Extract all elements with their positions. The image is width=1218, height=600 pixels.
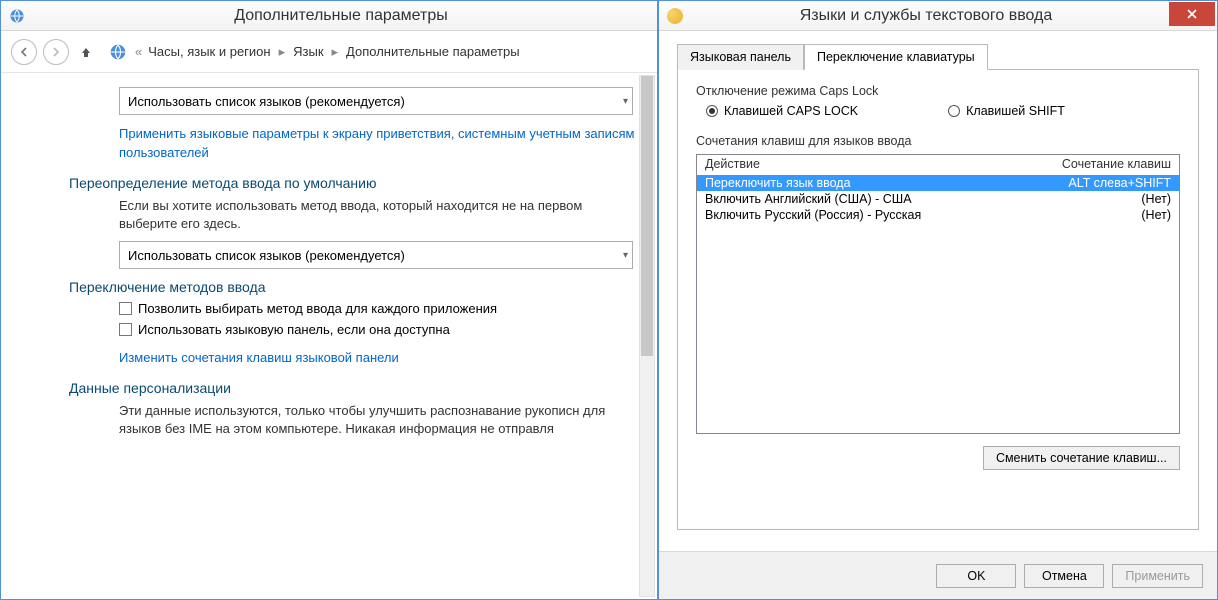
radio-icon [706,105,718,117]
override-description: Если вы хотите использовать метод ввода,… [119,197,627,233]
link-apply-to-welcome[interactable]: Применить языковые параметры к экрану пр… [119,125,637,163]
listbox-header: Действие Сочетание клавиш [697,155,1179,175]
radio-label: Клавишей CAPS LOCK [724,104,858,118]
chevron-right-icon: ▸ [277,44,288,60]
tab-strip: Языковая панель Переключение клавиатуры [677,43,1199,70]
checkbox-label: Позволить выбирать метод ввода для каждо… [138,301,497,316]
checkbox-use-language-bar[interactable]: Использовать языковую панель, если она д… [119,322,657,337]
dlg-footer: OK Отмена Применить [659,551,1217,599]
crumb-clocks[interactable]: Часы, язык и регион [148,44,270,59]
breadcrumb: « Часы, язык и регион ▸ Язык ▸ Дополните… [135,44,520,60]
up-button[interactable] [75,41,97,63]
link-change-hotkeys[interactable]: Изменить сочетания клавиш языковой панел… [119,349,399,368]
dlg-body: Языковая панель Переключение клавиатуры … [659,31,1217,551]
region-language-icon [9,8,25,24]
col-action: Действие [705,157,1031,171]
vertical-scrollbar[interactable] [639,75,655,597]
chevron-right-icon: ▸ [330,44,341,60]
display-language-dropdown[interactable]: Использовать список языков (рекомендуетс… [119,87,633,115]
list-keys: (Нет) [1031,208,1171,222]
section-personalization-title: Данные персонализации [69,380,657,396]
caps-lock-group-title: Отключение режима Caps Lock [696,84,1180,98]
control-panel-window: Дополнительные параметры « Часы, язык и … [0,0,658,600]
radio-icon [948,105,960,117]
apply-button[interactable]: Применить [1112,564,1203,588]
breadcrumb-icon [109,43,127,61]
cp-navbar: « Часы, язык и регион ▸ Язык ▸ Дополните… [1,31,657,73]
chevron-down-icon: ▾ [623,96,628,107]
scrollbar-thumb[interactable] [641,76,653,356]
section-switch-title: Переключение методов ввода [69,279,657,295]
chevron-down-icon: ▾ [623,250,628,261]
dropdown-value: Использовать список языков (рекомендуетс… [128,94,405,109]
text-services-dialog: Языки и службы текстового ввода Языковая… [658,0,1218,600]
list-action: Переключить язык ввода [705,176,1031,190]
back-button[interactable] [11,39,37,65]
breadcrumb-overflow[interactable]: « [135,44,142,59]
crumb-advanced[interactable]: Дополнительные параметры [346,44,520,59]
checkbox-icon [119,323,132,336]
dlg-title: Языки и службы текстового ввода [683,7,1169,25]
list-item[interactable]: Включить Русский (Россия) - Русская (Нет… [697,207,1179,223]
list-action: Включить Английский (США) - США [705,192,1031,206]
radio-label: Клавишей SHIFT [966,104,1065,118]
list-keys: ALT слева+SHIFT [1031,176,1171,190]
default-input-method-dropdown[interactable]: Использовать список языков (рекомендуетс… [119,241,633,269]
dlg-titlebar: Языки и службы текстового ввода [659,1,1217,31]
cancel-button[interactable]: Отмена [1024,564,1104,588]
list-item[interactable]: Включить Английский (США) - США (Нет) [697,191,1179,207]
language-globe-icon [667,8,683,24]
personalization-description: Эти данные используются, только чтобы ул… [119,402,627,438]
cp-titlebar: Дополнительные параметры [1,1,657,31]
list-keys: (Нет) [1031,192,1171,206]
tab-keyboard-switch[interactable]: Переключение клавиатуры [804,44,988,70]
checkbox-per-app[interactable]: Позволить выбирать метод ввода для каждо… [119,301,657,316]
hotkeys-listbox[interactable]: Действие Сочетание клавиш Переключить яз… [696,154,1180,434]
list-item[interactable]: Переключить язык ввода ALT слева+SHIFT [697,175,1179,191]
section-override-title: Переопределение метода ввода по умолчани… [69,175,657,191]
crumb-language[interactable]: Язык [293,44,323,59]
col-keys: Сочетание клавиш [1031,157,1171,171]
caps-lock-radios: Клавишей CAPS LOCK Клавишей SHIFT [706,104,1180,118]
tab-pane: Отключение режима Caps Lock Клавишей CAP… [677,70,1199,530]
hotkeys-group-title: Сочетания клавиш для языков ввода [696,134,1180,148]
forward-button[interactable] [43,39,69,65]
change-key-sequence-button[interactable]: Сменить сочетание клавиш... [983,446,1180,470]
ok-button[interactable]: OK [936,564,1016,588]
cp-title: Дополнительные параметры [33,7,649,25]
cp-body: Использовать список языков (рекомендуетс… [1,73,657,599]
close-button[interactable] [1169,2,1215,26]
checkbox-label: Использовать языковую панель, если она д… [138,322,450,337]
checkbox-icon [119,302,132,315]
dropdown-value: Использовать список языков (рекомендуетс… [128,248,405,263]
radio-shift[interactable]: Клавишей SHIFT [948,104,1065,118]
list-action: Включить Русский (Россия) - Русская [705,208,1031,222]
tab-language-bar[interactable]: Языковая панель [677,44,804,70]
radio-caps-lock[interactable]: Клавишей CAPS LOCK [706,104,858,118]
